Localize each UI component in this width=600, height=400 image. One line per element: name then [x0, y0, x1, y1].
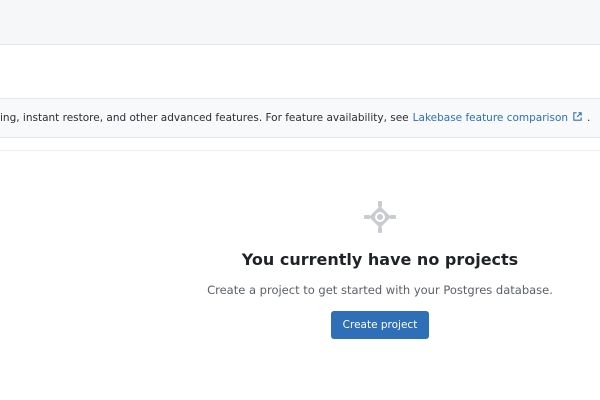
notice-text: ing, instant restore, and other advanced… [0, 112, 409, 124]
empty-state-title: You currently have no projects [241, 250, 519, 269]
create-project-button[interactable]: Create project [330, 311, 430, 339]
empty-state: You currently have no projects Create a … [180, 200, 580, 339]
notice-period: . [587, 112, 591, 124]
feature-comparison-link[interactable]: Lakebase feature comparison [413, 112, 568, 124]
empty-state-subtitle: Create a project to get started with you… [207, 283, 553, 297]
external-link-icon[interactable] [572, 111, 583, 125]
database-network-icon [364, 201, 396, 233]
divider [0, 150, 600, 151]
top-bar [0, 0, 600, 45]
feature-notice-banner: ing, instant restore, and other advanced… [0, 98, 600, 138]
